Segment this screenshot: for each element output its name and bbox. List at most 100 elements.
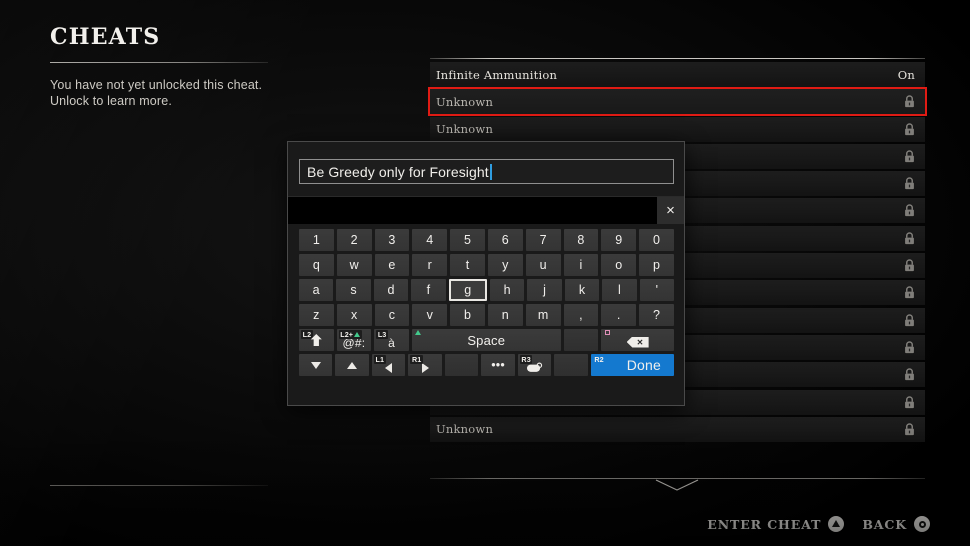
key[interactable]: u: [525, 254, 561, 276]
space-key[interactable]: Space: [411, 329, 561, 351]
symbols-badge-text: L2+: [340, 330, 354, 339]
circle-button-icon: [914, 516, 930, 532]
back-hint[interactable]: Back: [862, 516, 930, 532]
key[interactable]: 0: [639, 229, 674, 251]
key[interactable]: 4: [412, 229, 448, 251]
key[interactable]: v: [412, 304, 448, 326]
key-selected[interactable]: g: [448, 279, 488, 301]
more-key[interactable]: •••: [481, 354, 515, 376]
text-caret: [489, 163, 492, 180]
cheat-code-input[interactable]: Be Greedy only for Foresight: [299, 159, 674, 184]
lock-icon: [905, 259, 914, 272]
close-button[interactable]: ×: [657, 197, 684, 224]
key[interactable]: 1: [299, 229, 334, 251]
key[interactable]: d: [373, 279, 409, 301]
key[interactable]: w: [336, 254, 372, 276]
key[interactable]: c: [374, 304, 410, 326]
key[interactable]: 6: [487, 229, 523, 251]
cheat-row-lock: [904, 95, 915, 108]
shift-key-badge: L2: [301, 330, 313, 339]
accents-key-badge: L3: [376, 330, 388, 339]
key[interactable]: 3: [374, 229, 410, 251]
page-title: Cheats: [50, 24, 161, 50]
left-key[interactable]: L1: [371, 354, 406, 376]
cheat-row-selected[interactable]: Unknown: [428, 87, 927, 117]
key[interactable]: f: [411, 279, 446, 301]
cheat-row-lock: [904, 314, 915, 327]
cheat-row-lock: [904, 259, 915, 272]
key[interactable]: ,: [563, 304, 599, 326]
key[interactable]: h: [490, 279, 525, 301]
cheat-row[interactable]: Unknown: [430, 416, 925, 442]
onscreen-keyboard-dialog: Be Greedy only for Foresight × 123456789…: [287, 141, 685, 406]
right-key-badge: R1: [410, 355, 423, 364]
key[interactable]: ': [639, 279, 675, 301]
right-key[interactable]: R1: [408, 354, 442, 376]
key[interactable]: s: [336, 279, 371, 301]
accents-key[interactable]: L3 à: [374, 329, 409, 351]
cheat-row-lock: [904, 232, 915, 245]
cheat-row-label: Unknown: [436, 94, 494, 109]
arrow-up-icon: [347, 361, 358, 369]
cheat-row[interactable]: Unknown: [430, 116, 925, 142]
key[interactable]: 8: [563, 229, 599, 251]
key[interactable]: 5: [450, 229, 485, 251]
enter-cheat-hint[interactable]: Enter Cheat: [707, 516, 845, 532]
key[interactable]: n: [487, 304, 523, 326]
space-key-badge: [414, 330, 423, 335]
key[interactable]: k: [564, 279, 600, 301]
left-info-panel: Cheats You have not yet unlocked this ch…: [50, 24, 280, 109]
key[interactable]: i: [563, 254, 599, 276]
down-key[interactable]: [299, 354, 333, 376]
shift-key[interactable]: L2: [299, 329, 334, 351]
up-key[interactable]: [335, 354, 369, 376]
lock-icon: [905, 286, 914, 299]
more-key-label: •••: [491, 358, 505, 372]
key[interactable]: 2: [336, 229, 372, 251]
keyboard-row-1: 1234567890: [299, 229, 674, 251]
key[interactable]: ?: [639, 304, 674, 326]
triangle-button-icon: [828, 516, 845, 532]
cheat-description-line-1: You have not yet unlocked this cheat.: [50, 78, 263, 92]
cheat-row-lock: [904, 150, 915, 163]
key[interactable]: m: [525, 304, 561, 326]
key[interactable]: r: [412, 254, 448, 276]
key[interactable]: y: [487, 254, 523, 276]
triangle-icon: [415, 330, 422, 335]
key[interactable]: x: [336, 304, 372, 326]
key[interactable]: l: [602, 279, 637, 301]
key[interactable]: j: [527, 279, 562, 301]
key[interactable]: t: [450, 254, 485, 276]
lock-icon: [905, 150, 914, 163]
arrow-left-icon: [385, 362, 393, 373]
cheat-row[interactable]: Infinite Ammunition On: [430, 62, 925, 87]
blank-key-1: [563, 329, 599, 351]
key[interactable]: e: [374, 254, 410, 276]
backspace-key-badge: [603, 330, 611, 335]
triangle-icon: [354, 332, 361, 337]
keyboard-row-3: a s d f g h j k l ': [299, 279, 675, 301]
key[interactable]: .: [601, 304, 637, 326]
key[interactable]: 7: [525, 229, 561, 251]
key[interactable]: o: [601, 254, 637, 276]
cheat-row-lock: [904, 368, 915, 381]
cheat-description-line-2: Unlock to learn more.: [50, 94, 172, 108]
scroll-down-chevron[interactable]: [655, 479, 699, 497]
backspace-key[interactable]: ✕: [601, 329, 674, 351]
symbols-key[interactable]: L2+ @#:: [336, 329, 372, 351]
list-top-divider: [430, 58, 925, 59]
symbols-key-badge: L2+: [338, 330, 362, 339]
cheat-row-lock: [904, 204, 915, 217]
key[interactable]: 9: [601, 229, 637, 251]
key[interactable]: q: [299, 254, 334, 276]
lock-icon: [905, 95, 914, 108]
done-button[interactable]: R2 Done: [590, 354, 675, 376]
gamepad-key[interactable]: R3: [517, 354, 552, 376]
key[interactable]: p: [639, 254, 674, 276]
accents-key-label: à: [388, 335, 395, 350]
key[interactable]: z: [299, 304, 334, 326]
lock-icon: [905, 423, 914, 436]
square-icon: [604, 330, 610, 335]
key[interactable]: b: [450, 304, 485, 326]
key[interactable]: a: [299, 279, 334, 301]
